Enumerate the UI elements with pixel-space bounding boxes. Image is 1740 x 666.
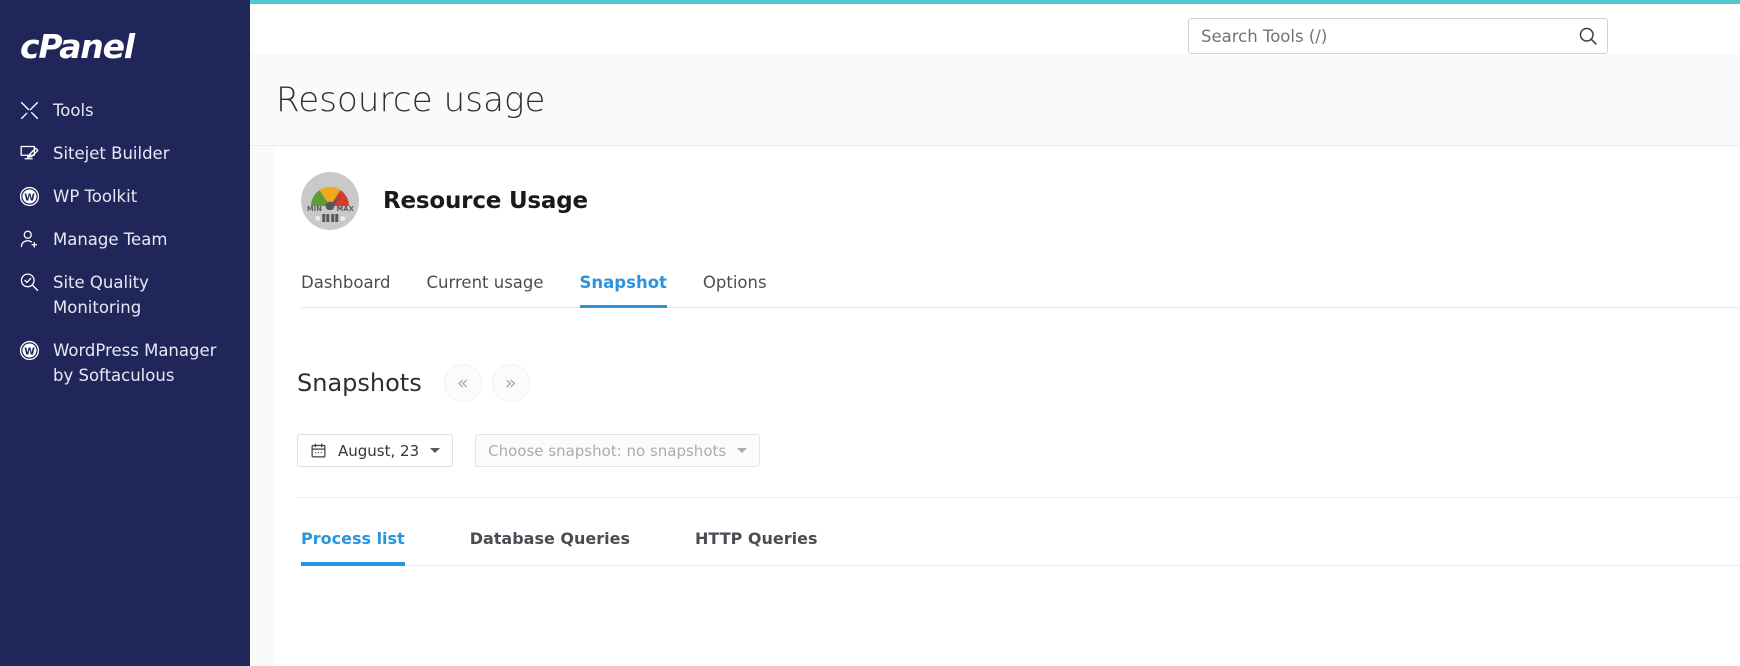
sidebar-item-label: Tools: [53, 101, 94, 120]
page-title: Resource usage: [276, 80, 546, 121]
tab-current-usage[interactable]: Current usage: [427, 264, 544, 308]
svg-text:W: W: [24, 192, 35, 203]
sidebar-item-sitejet-builder[interactable]: Sitejet Builder: [0, 132, 250, 175]
search-container: [1188, 18, 1608, 55]
section-divider: [297, 497, 1740, 498]
user-plus-icon: [16, 228, 42, 250]
sidebar-item-manage-team[interactable]: Manage Team: [0, 218, 250, 261]
double-chevron-left-icon[interactable]: «: [443, 364, 482, 402]
snapshot-select-value: Choose snapshot: no snapshots: [488, 441, 727, 460]
content-area: MIN MAX Resource Usage Dashboard Current…: [250, 146, 1740, 666]
snapshot-select[interactable]: Choose snapshot: no snapshots: [475, 434, 761, 467]
monitor-pen-icon: [16, 142, 42, 164]
date-picker-value: August, 23: [338, 441, 420, 460]
top-bar: [250, 4, 1740, 55]
subtab-http-queries[interactable]: HTTP Queries: [695, 522, 817, 566]
search-input[interactable]: [1188, 18, 1608, 55]
subtab-process-list[interactable]: Process list: [301, 522, 405, 566]
search-icon[interactable]: [1576, 24, 1600, 48]
resource-usage-card: MIN MAX Resource Usage Dashboard Current…: [275, 146, 1740, 666]
tab-options[interactable]: Options: [703, 264, 767, 308]
date-picker[interactable]: August, 23: [297, 434, 454, 467]
calendar-icon: [310, 442, 327, 459]
sidebar-item-site-quality-monitoring[interactable]: Site Quality Monitoring: [0, 261, 250, 329]
gauge-segment-bars: [315, 214, 345, 222]
sidebar: cPanel Tools Sitejet Builder W WP Toolki…: [0, 0, 250, 666]
sidebar-item-wordpress-manager[interactable]: W WordPress Manager by Softaculous: [0, 329, 250, 397]
chevron-down-icon: [430, 448, 441, 453]
main-content: Resource usage MIN MAX: [250, 0, 1740, 666]
cpanel-logo-text: cPanel: [20, 27, 135, 66]
gauge-icon: MIN MAX: [301, 172, 359, 230]
card-tabs: Dashboard Current usage Snapshot Options: [301, 264, 1740, 308]
tab-snapshot[interactable]: Snapshot: [579, 264, 667, 308]
tab-dashboard[interactable]: Dashboard: [301, 264, 391, 308]
sidebar-item-tools[interactable]: Tools: [0, 89, 250, 132]
sidebar-item-label: WP Toolkit: [53, 187, 138, 206]
sidebar-item-label: WordPress Manager by Softaculous: [53, 341, 217, 385]
chevron-down-icon: [737, 448, 748, 453]
gauge-min-label: MIN: [307, 205, 323, 213]
snapshot-filters: August, 23 Choose snapshot: no snapshots: [297, 434, 1740, 467]
snapshot-subtabs: Process list Database Queries HTTP Queri…: [301, 522, 1740, 566]
cpanel-logo[interactable]: cPanel: [0, 22, 250, 89]
gauge-max-label: MAX: [336, 205, 354, 213]
double-chevron-right-icon[interactable]: »: [491, 364, 530, 402]
sidebar-item-label: Site Quality Monitoring: [53, 273, 149, 317]
card-title: Resource Usage: [383, 188, 588, 214]
sidebar-item-label: Manage Team: [53, 230, 168, 249]
sidebar-nav: Tools Sitejet Builder W WP Toolkit Manag…: [0, 89, 250, 397]
snapshots-heading: Snapshots: [297, 369, 422, 397]
card-header: MIN MAX Resource Usage: [275, 146, 1740, 230]
wordpress-icon: W: [16, 185, 42, 207]
sidebar-item-label: Sitejet Builder: [53, 144, 170, 163]
page-header: Resource usage: [250, 54, 1740, 146]
snapshots-header: Snapshots « »: [297, 364, 1740, 402]
sidebar-item-wp-toolkit[interactable]: W WP Toolkit: [0, 175, 250, 218]
subtab-database-queries[interactable]: Database Queries: [470, 522, 630, 566]
tools-icon: [16, 99, 42, 121]
svg-text:W: W: [24, 346, 35, 357]
app-root: cPanel Tools Sitejet Builder W WP Toolki…: [0, 0, 1740, 666]
magnifier-check-icon: [16, 271, 42, 293]
wordpress-icon: W: [16, 339, 42, 361]
